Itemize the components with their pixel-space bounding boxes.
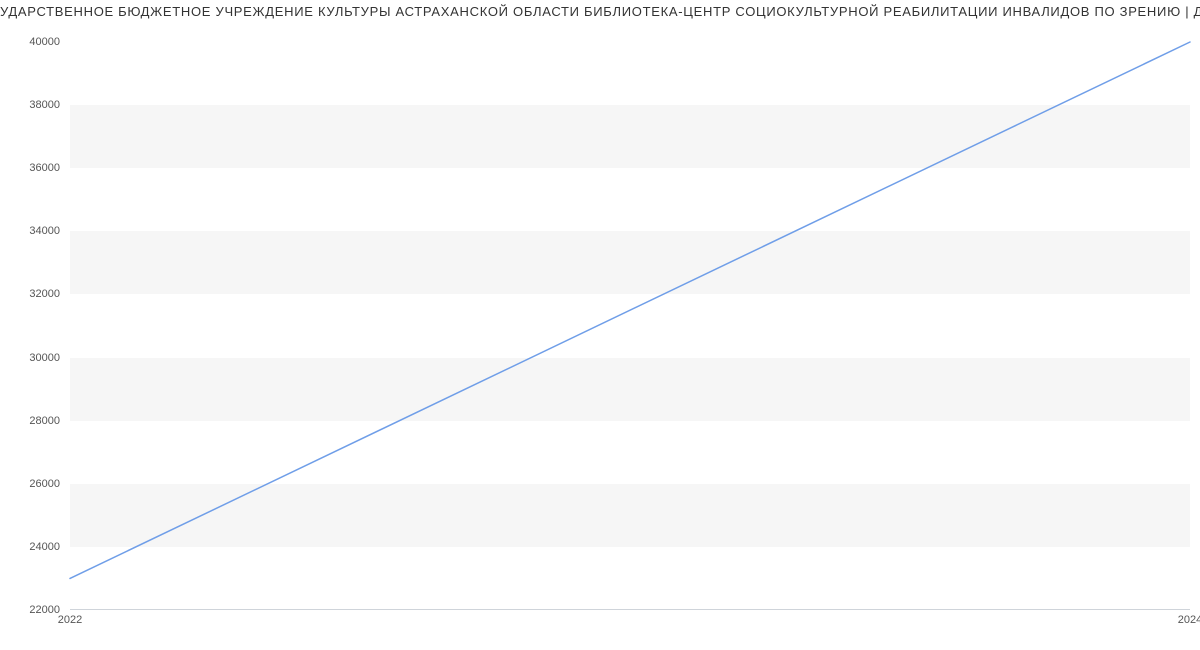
y-tick-label: 40000 — [0, 36, 60, 48]
x-tick-label: 2024 — [1178, 614, 1200, 626]
y-tick-label: 24000 — [0, 541, 60, 553]
y-tick-label: 32000 — [0, 288, 60, 300]
y-tick-label: 28000 — [0, 415, 60, 427]
y-tick-label: 38000 — [0, 99, 60, 111]
chart-title: УДАРСТВЕННОЕ БЮДЖЕТНОЕ УЧРЕЖДЕНИЕ КУЛЬТУ… — [0, 4, 1200, 19]
line-series — [70, 42, 1190, 610]
y-tick-label: 34000 — [0, 225, 60, 237]
y-tick-label: 22000 — [0, 604, 60, 616]
y-tick-label: 36000 — [0, 162, 60, 174]
y-tick-label: 30000 — [0, 352, 60, 364]
y-tick-label: 26000 — [0, 478, 60, 490]
x-tick-label: 2022 — [58, 614, 82, 626]
